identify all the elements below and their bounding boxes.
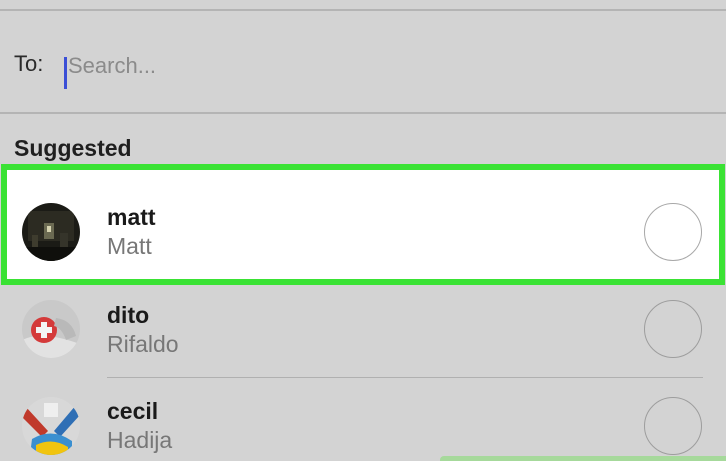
contact-username: matt <box>107 204 156 230</box>
contact-fullname: Hadija <box>107 427 173 453</box>
avatar-red-cross-icon <box>22 300 80 358</box>
contact-row-dito[interactable]: dito Rifaldo <box>0 281 726 377</box>
recipient-search-input[interactable] <box>62 47 662 85</box>
select-circle-icon[interactable] <box>644 203 702 261</box>
bottom-action-bar-edge[interactable] <box>440 456 726 461</box>
to-label: To: <box>14 51 44 76</box>
contact-fullname: Matt <box>107 233 152 259</box>
contact-username: dito <box>107 302 150 328</box>
suggested-heading: Suggested <box>14 135 132 161</box>
contact-fullname: Rifaldo <box>107 331 179 357</box>
section-divider <box>0 112 726 114</box>
contact-row-matt[interactable]: matt Matt <box>0 183 726 279</box>
text-caret <box>64 57 67 89</box>
contact-row-cecil[interactable]: cecil Hadija <box>0 378 726 461</box>
avatar-dark-photo-icon <box>22 203 80 261</box>
select-circle-icon[interactable] <box>644 397 702 455</box>
contact-username: cecil <box>107 398 159 424</box>
avatar-sneakers-photo-icon <box>22 397 80 455</box>
select-circle-icon[interactable] <box>644 300 702 358</box>
recipient-row: To: <box>0 11 726 112</box>
